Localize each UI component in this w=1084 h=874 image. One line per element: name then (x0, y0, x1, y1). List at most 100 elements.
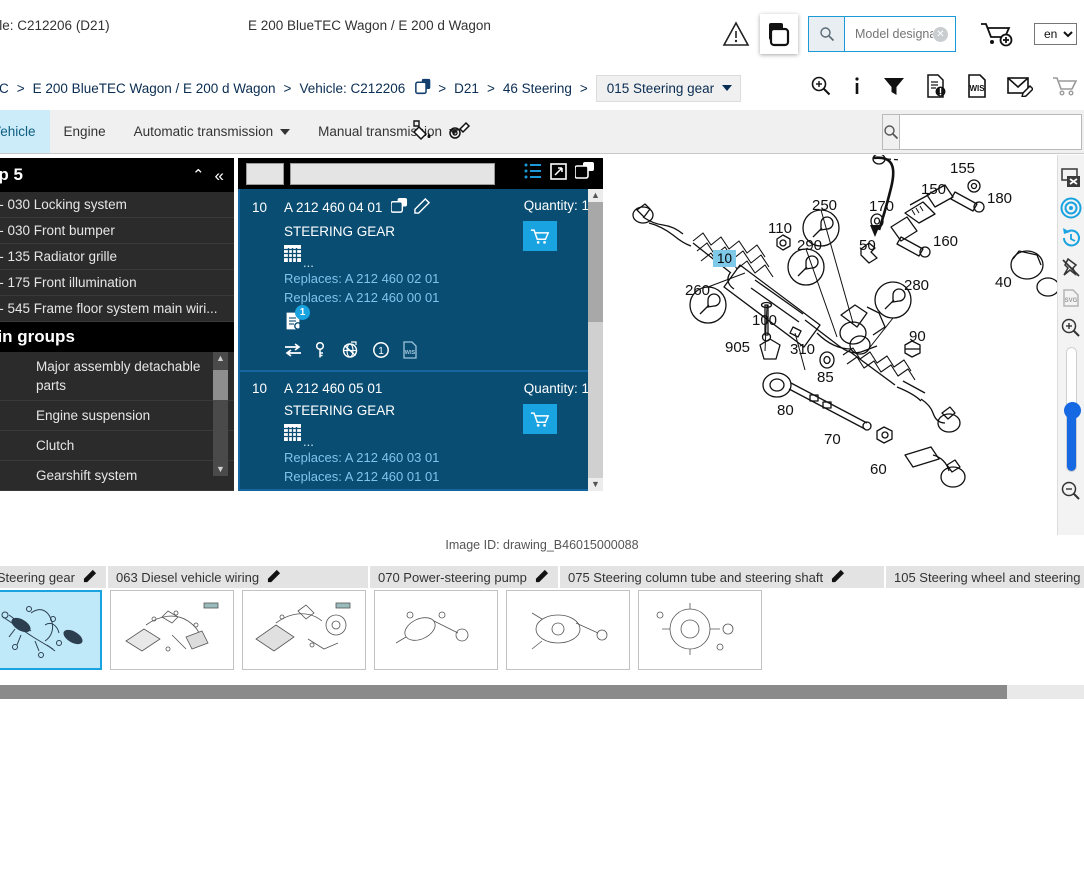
thumbnail-item-5[interactable] (638, 590, 768, 670)
zoom-slider-handle[interactable] (1063, 402, 1081, 419)
circle-one-icon[interactable]: 1 (372, 341, 390, 364)
mail-edit-icon[interactable] (1007, 75, 1035, 102)
scrollbar-thumb[interactable] (213, 370, 228, 400)
zoom-in-icon[interactable] (1058, 313, 1084, 343)
parts-filter-small-input[interactable] (246, 162, 284, 185)
main-groups-scrollbar[interactable]: ▲ ▼ (213, 352, 228, 476)
part-list-item[interactable]: 10 A 212 460 05 01 Quantity: 1 STEERING … (240, 372, 601, 489)
scrollbar-thumb[interactable] (0, 685, 1007, 699)
collapse-left-icon[interactable]: « (215, 167, 224, 184)
edit-pencil-icon[interactable] (83, 569, 97, 586)
info-icon[interactable] (851, 75, 863, 102)
part-replaces-1[interactable]: Replaces: A 212 460 00 01 (284, 290, 589, 305)
scroll-down-icon[interactable]: ▼ (213, 463, 228, 476)
scrollbar-thumb[interactable] (588, 202, 603, 322)
thumbnail-image[interactable] (374, 590, 498, 670)
paint-color-icon[interactable] (410, 118, 434, 147)
chevron-up-icon[interactable]: ⌃ (192, 168, 205, 183)
main-group-item-3[interactable]: 6 Gearshift system (0, 461, 234, 491)
model-designation-input[interactable] (845, 27, 933, 41)
global-search[interactable]: ✕ (882, 114, 1084, 150)
drawing-highlighted-callout[interactable]: 10 (713, 250, 737, 267)
thumbnail-label-3[interactable]: 075 Steering column tube and steering sh… (560, 566, 886, 588)
copy-part-icon[interactable] (390, 198, 408, 217)
zoom-out-icon[interactable] (1058, 476, 1084, 506)
document-alert-icon[interactable] (925, 73, 947, 103)
close-window-icon[interactable] (1058, 163, 1084, 193)
thumbnail-image[interactable] (638, 590, 762, 670)
key-search-icon[interactable] (314, 341, 329, 364)
zoom-slider[interactable] (1063, 347, 1081, 472)
warning-triangle-icon[interactable] (718, 16, 754, 52)
main-group-item-0[interactable]: 1 Major assembly detachable parts (0, 352, 234, 401)
main-group-item-1[interactable]: 4 Engine suspension (0, 401, 234, 431)
parts-search-input[interactable] (290, 162, 495, 185)
tab-automatic-transmission[interactable]: Automatic transmission (120, 110, 305, 153)
part-replaces-0[interactable]: Replaces: A 212 460 02 01 (284, 271, 589, 286)
copy-icon[interactable] (574, 162, 595, 185)
thumbnail-label-0[interactable]: 5 Steering gear (0, 566, 108, 588)
filter-icon[interactable] (882, 75, 906, 102)
global-search-input[interactable] (900, 124, 1084, 140)
wis-document-icon[interactable]: WIS (966, 73, 988, 103)
thumbnail-image[interactable] (242, 590, 366, 670)
thumbnail-image[interactable] (506, 590, 630, 670)
edit-pencil-icon[interactable] (535, 569, 549, 586)
part-document-search-icon[interactable]: 1 (284, 305, 312, 334)
thumbnail-image-selected[interactable] (0, 590, 102, 670)
breadcrumb-item-4[interactable]: 46 Steering (503, 81, 572, 96)
parts-drawing[interactable]: 155 150 180 250 170 110 160 290 50 280 2… (605, 155, 1057, 535)
top5-item-0[interactable]: 4 - 030 Locking system (0, 192, 234, 218)
history-reset-icon[interactable] (1058, 223, 1084, 253)
breadcrumb-item-0[interactable]: PC (0, 81, 9, 96)
parts-scrollbar[interactable]: ▲ ▼ (588, 189, 603, 491)
scroll-down-icon[interactable]: ▼ (588, 478, 603, 491)
scroll-up-icon[interactable]: ▲ (213, 352, 228, 365)
part-list-item[interactable]: 10 A 212 460 04 01 Quantity: 1 STEERING … (240, 189, 601, 372)
add-to-cart-button[interactable] (523, 221, 557, 251)
target-icon[interactable] (1058, 193, 1084, 223)
thumbnail-label-2[interactable]: 070 Power-steering pump (370, 566, 560, 588)
thumbnail-item-4[interactable] (506, 590, 636, 670)
model-designation-search[interactable]: ✕ (808, 16, 956, 52)
breadcrumb-item-2[interactable]: Vehicle: C212206 (299, 81, 405, 96)
swap-arrows-icon[interactable] (284, 343, 302, 362)
clear-icon[interactable]: ✕ (933, 26, 948, 42)
breadcrumb-item-1[interactable]: E 200 BlueTEC Wagon / E 200 d Wagon (33, 81, 276, 96)
zoom-in-icon[interactable] (810, 75, 832, 102)
svg-export-icon[interactable]: SVG (1058, 283, 1084, 313)
list-view-icon[interactable] (524, 163, 542, 184)
wis-icon[interactable]: WIS (402, 341, 418, 364)
edit-pencil-icon[interactable] (267, 569, 281, 586)
expand-icon[interactable] (550, 162, 567, 185)
main-group-item-2[interactable]: 5 Clutch (0, 431, 234, 461)
thumbnail-item-0[interactable] (0, 590, 108, 670)
add-to-cart-button[interactable] (523, 404, 557, 434)
thumbnail-label-4[interactable]: 105 Steering wheel and steering wh (886, 566, 1084, 588)
top5-item-4[interactable]: 4 - 545 Frame floor system main wiri... (0, 296, 234, 322)
thumbnail-item-2[interactable] (242, 590, 372, 670)
tab-engine[interactable]: Engine (50, 110, 120, 153)
thumbnail-label-1[interactable]: 063 Diesel vehicle wiring (108, 566, 370, 588)
equipment-tools-icon[interactable] (448, 118, 472, 147)
copy-vehicle-icon[interactable] (415, 78, 432, 98)
copy-documents-icon[interactable] (760, 14, 798, 54)
thumbnail-item-1[interactable] (110, 590, 240, 670)
globe-restricted-icon[interactable] (341, 341, 360, 364)
top5-item-1[interactable]: 8 - 030 Front bumper (0, 218, 234, 244)
thumbnail-image[interactable] (110, 590, 234, 670)
breadcrumb-item-3[interactable]: D21 (454, 81, 479, 96)
top5-item-2[interactable]: 8 - 135 Radiator grille (0, 244, 234, 270)
edit-pencil-icon[interactable] (831, 569, 845, 586)
breadcrumb-current-dropdown[interactable]: 015 Steering gear (595, 74, 742, 102)
part-replaces-0[interactable]: Replaces: A 212 460 03 01 (284, 450, 589, 465)
cart-icon[interactable] (1052, 75, 1078, 102)
tab-vehicle[interactable]: Vehicle (0, 110, 50, 153)
edit-part-icon[interactable] (414, 197, 431, 217)
language-selector[interactable]: en (1034, 23, 1077, 45)
thumbnail-horizontal-scrollbar[interactable] (0, 685, 1084, 699)
unpin-icon[interactable] (1058, 253, 1084, 283)
cart-add-icon[interactable] (974, 14, 1020, 54)
part-replaces-1[interactable]: Replaces: A 212 460 01 01 (284, 469, 589, 484)
top5-item-3[interactable]: 2 - 175 Front illumination (0, 270, 234, 296)
